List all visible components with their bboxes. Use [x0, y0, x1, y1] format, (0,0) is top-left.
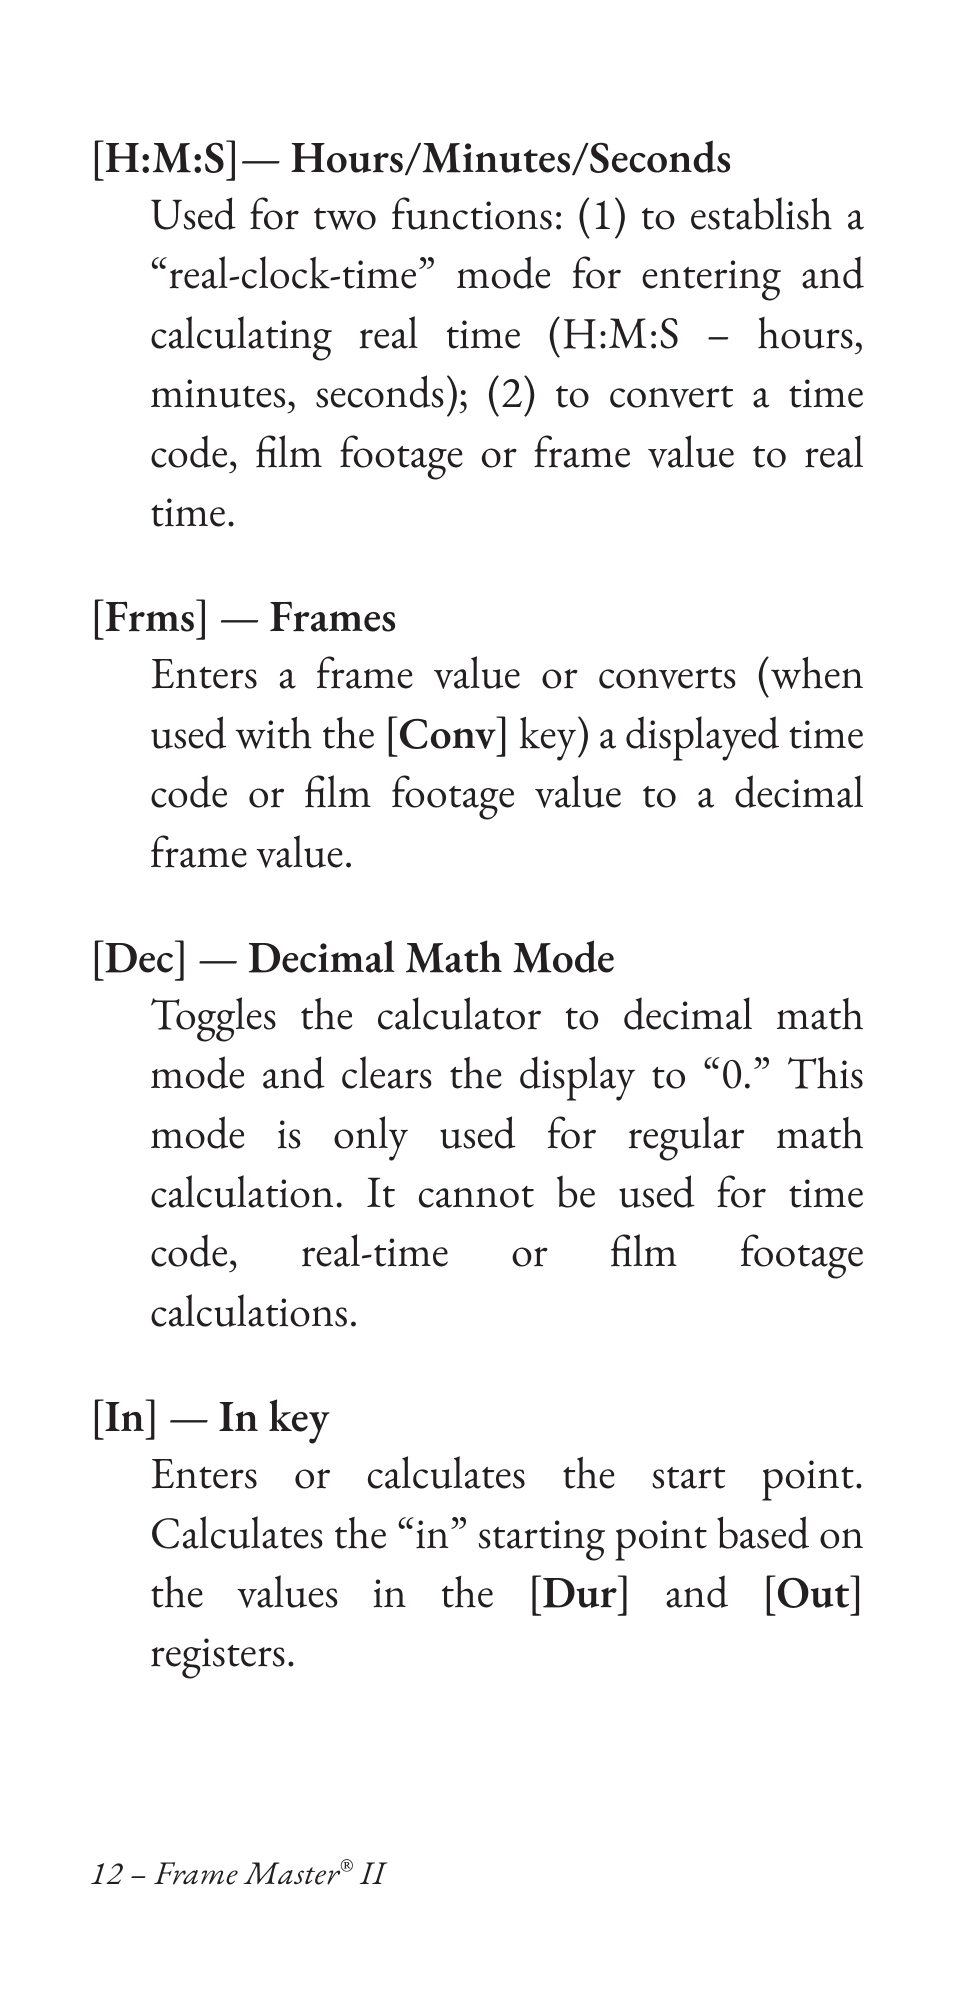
body-text: Used for two functions: (1) to estab­lis… [150, 186, 864, 540]
entry-heading: [H:M:S]— Hours/Minutes/Seconds [90, 130, 864, 185]
entry-body: Used for two functions: (1) to estab­lis… [90, 185, 864, 541]
dash-separator: — [188, 929, 247, 986]
body-text: Toggles the calculator to decimal math m… [150, 986, 864, 1340]
manual-page: [H:M:S]— Hours/Minutes/SecondsUsed for t… [0, 0, 954, 2009]
inline-key-ref: Out [776, 1564, 849, 1621]
bracket-open: [ [90, 588, 105, 645]
bracket-close: ] [145, 1388, 160, 1445]
key-label: Frms [105, 588, 196, 645]
entry-heading: [Frms] — Frames [90, 589, 864, 644]
key-label: Dec [105, 929, 174, 986]
key-label: In [105, 1388, 145, 1445]
key-label: H:M:S [105, 129, 226, 186]
entry-title: Frames [269, 588, 396, 645]
bracket-close: ] [225, 129, 240, 186]
inline-key-ref: Conv [398, 705, 495, 762]
bracket-open: [ [90, 1388, 105, 1445]
footer-product-post: II [353, 1851, 385, 1894]
bracket-open: [ [90, 929, 105, 986]
bracket-open: [ [90, 129, 105, 186]
entry-heading: [Dec] — Decimal Math Mode [90, 930, 864, 985]
registered-mark-icon: ® [339, 1852, 353, 1878]
page-footer: 12 – Frame Master® II [90, 1851, 385, 1894]
dash-separator: — [210, 588, 269, 645]
entry-title: Decimal Math Mode [248, 929, 615, 986]
definition-entry: [In] — In keyEnters or calculates the st… [90, 1389, 864, 1682]
entry-title: In key [219, 1388, 330, 1445]
entry-body: Enters a frame value or converts (when u… [90, 644, 864, 882]
definition-entry: [H:M:S]— Hours/Minutes/SecondsUsed for t… [90, 130, 864, 541]
footer-page-number: 12 [90, 1851, 123, 1894]
footer-product-pre: Frame Master [155, 1851, 340, 1894]
bracket-close: ] [195, 588, 210, 645]
entry-body: Enters or calculates the start point. Ca… [90, 1444, 864, 1682]
entries-list: [H:M:S]— Hours/Minutes/SecondsUsed for t… [90, 130, 864, 1682]
entry-heading: [In] — In key [90, 1389, 864, 1444]
entry-title: Hours/Minutes/Seconds [290, 129, 731, 186]
definition-entry: [Frms] — FramesEnters a frame value or c… [90, 589, 864, 882]
definition-entry: [Dec] — Decimal Math ModeToggles the cal… [90, 930, 864, 1341]
dash-separator: — [240, 129, 291, 186]
body-text: ] and [ [617, 1564, 777, 1621]
dash-separator: — [159, 1388, 218, 1445]
inline-key-ref: Dur [542, 1564, 617, 1621]
footer-separator: – [123, 1851, 155, 1894]
entry-body: Toggles the calculator to decimal math m… [90, 985, 864, 1341]
bracket-close: ] [174, 929, 189, 986]
